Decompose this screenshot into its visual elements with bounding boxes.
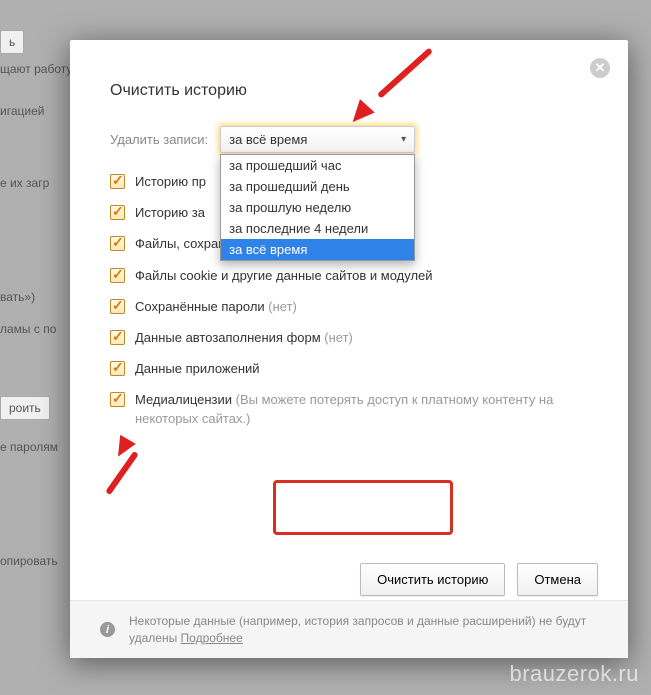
option-last-4-weeks[interactable]: за последние 4 недели — [221, 218, 414, 239]
checkbox-media-licenses[interactable] — [110, 392, 125, 407]
checkbox-passwords[interactable] — [110, 299, 125, 314]
checkbox-browsing-history[interactable] — [110, 174, 125, 189]
info-icon: i — [100, 622, 115, 637]
clear-history-button[interactable]: Очистить историю — [360, 563, 505, 596]
info-bar: i Некоторые данные (например, история за… — [70, 600, 628, 658]
time-range-menu: за прошедший час за прошедший день за пр… — [220, 154, 415, 261]
info-link[interactable]: Подробнее — [181, 631, 243, 645]
time-range-selected: за всё время — [229, 132, 307, 147]
delete-records-label: Удалить записи: — [110, 132, 208, 147]
info-text: Некоторые данные (например, история запр… — [129, 613, 598, 647]
dialog-title: Очистить историю — [110, 82, 588, 100]
label-autofill: Данные автозаполнения форм (нет) — [135, 329, 353, 347]
label-passwords: Сохранённые пароли (нет) — [135, 298, 297, 316]
checkbox-download-history[interactable] — [110, 205, 125, 220]
chevron-down-icon: ▾ — [401, 134, 406, 145]
time-range-select[interactable]: за всё время ▾ — [220, 126, 415, 153]
cancel-button[interactable]: Отмена — [517, 563, 598, 596]
label-browsing-history: Историю пр — [135, 173, 206, 191]
option-last-hour[interactable]: за прошедший час — [221, 155, 414, 176]
label-app-data: Данные приложений — [135, 360, 260, 378]
checkbox-cache[interactable] — [110, 236, 125, 251]
label-cookies: Файлы cookie и другие данные сайтов и мо… — [135, 267, 433, 285]
close-icon[interactable]: ✕ — [590, 58, 610, 78]
option-last-week[interactable]: за прошлую неделю — [221, 197, 414, 218]
label-media-licenses: Медиалицензии (Вы можете потерять доступ… — [135, 391, 588, 427]
option-last-day[interactable]: за прошедший день — [221, 176, 414, 197]
checkbox-autofill[interactable] — [110, 330, 125, 345]
background-settings-partial: ь щают работу игацией е их загр вать») л… — [0, 0, 70, 695]
option-all-time[interactable]: за всё время — [221, 239, 414, 260]
checkbox-cookies[interactable] — [110, 268, 125, 283]
checkbox-app-data[interactable] — [110, 361, 125, 376]
clear-history-dialog: ✕ Очистить историю Удалить записи: за вс… — [70, 40, 628, 658]
watermark: brauzerok.ru — [509, 661, 639, 687]
label-download-history: Историю за — [135, 204, 205, 222]
